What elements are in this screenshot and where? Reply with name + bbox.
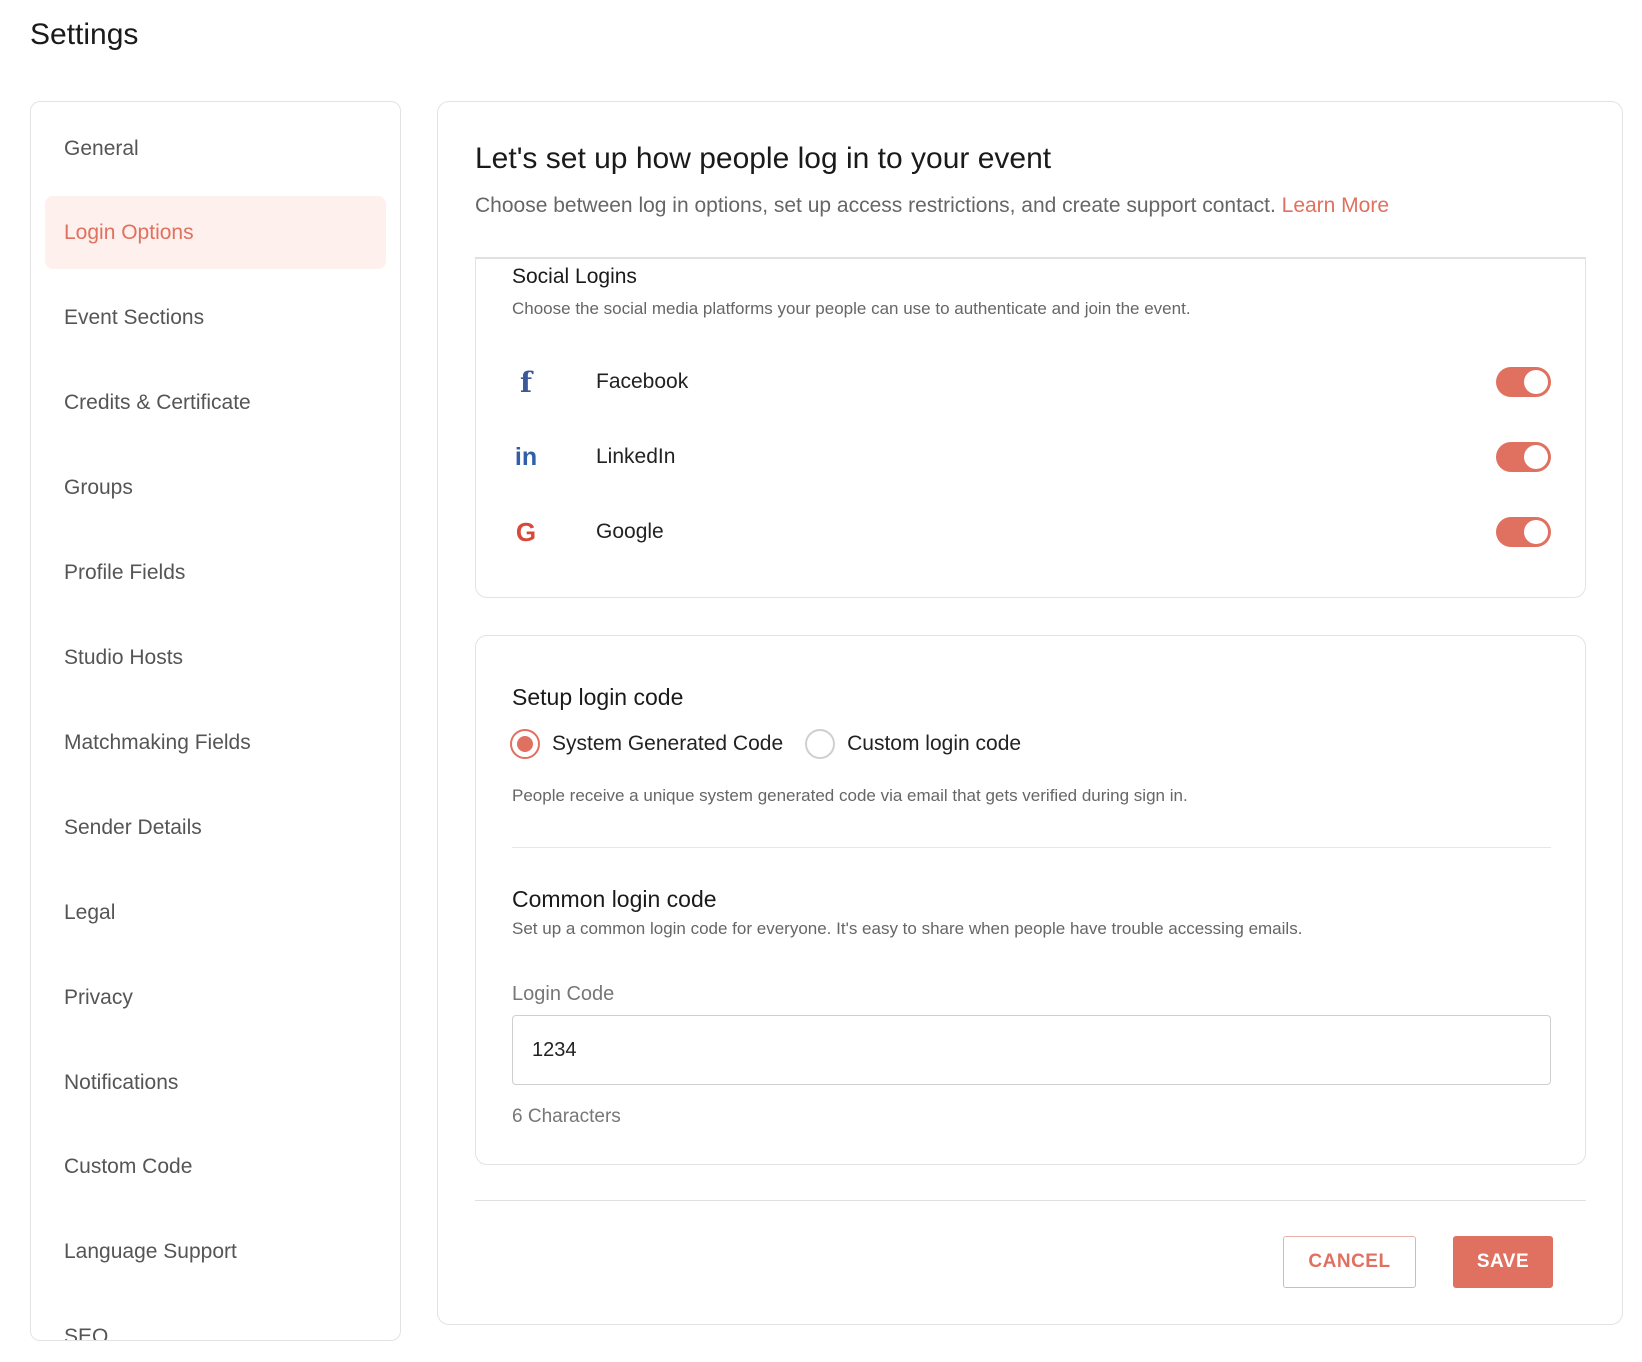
login-options-panel: Let's set up how people log in to your e… <box>437 101 1623 1325</box>
social-logins-card: Social Logins Choose the social media pl… <box>475 257 1586 598</box>
toggle-knob <box>1524 370 1548 394</box>
linkedin-toggle[interactable] <box>1496 442 1551 472</box>
save-button[interactable]: SAVE <box>1453 1236 1553 1288</box>
common-login-code-description: Set up a common login code for everyone.… <box>512 919 1303 938</box>
section-subheading: Choose between log in options, set up ac… <box>475 194 1389 218</box>
sidebar-item-credits-certificate[interactable]: Credits & Certificate <box>45 366 386 439</box>
sidebar-item-studio-hosts[interactable]: Studio Hosts <box>45 621 386 694</box>
radio-custom-login-code[interactable] <box>805 729 836 759</box>
sidebar-item-label: Sender Details <box>64 815 202 839</box>
radio-system-generated[interactable] <box>510 729 540 759</box>
sidebar-item-event-sections[interactable]: Event Sections <box>45 281 386 354</box>
common-login-code-title: Common login code <box>512 886 717 912</box>
sidebar-item-custom-code[interactable]: Custom Code <box>45 1130 386 1203</box>
sidebar-item-label: Event Sections <box>64 305 205 329</box>
google-icon: G <box>515 516 537 547</box>
footer-divider <box>475 1200 1586 1201</box>
settings-sidebar: General Login Options Event Sections Cre… <box>30 101 401 1341</box>
sidebar-item-label: Matchmaking Fields <box>64 730 251 754</box>
sidebar-item-label: Privacy <box>64 985 133 1009</box>
sidebar-item-label: Language Support <box>64 1239 237 1263</box>
sidebar-item-notifications[interactable]: Notifications <box>45 1046 386 1119</box>
social-logins-title: Social Logins <box>512 265 637 288</box>
sidebar-item-label: Credits & Certificate <box>64 390 251 414</box>
subheading-text: Choose between log in options, set up ac… <box>475 194 1276 217</box>
facebook-icon: f <box>519 365 533 399</box>
login-code-helper: 6 Characters <box>512 1106 621 1127</box>
sidebar-item-label: Notifications <box>64 1070 179 1094</box>
sidebar-item-label: Groups <box>64 475 133 499</box>
google-toggle[interactable] <box>1496 517 1551 547</box>
sidebar-item-profile-fields[interactable]: Profile Fields <box>45 536 386 609</box>
social-row-linkedin: in LinkedIn <box>512 437 1551 477</box>
setup-login-code-title: Setup login code <box>512 684 684 710</box>
sidebar-item-groups[interactable]: Groups <box>45 451 386 524</box>
sidebar-item-label: General <box>64 136 139 160</box>
sidebar-item-language-support[interactable]: Language Support <box>45 1215 386 1288</box>
sidebar-item-label: Studio Hosts <box>64 645 184 669</box>
sidebar-item-label: Legal <box>64 900 116 924</box>
radio-label-system-generated[interactable]: System Generated Code <box>552 732 783 756</box>
section-heading: Let's set up how people log in to your e… <box>475 142 1052 175</box>
login-code-card: Setup login code System Generated Code C… <box>475 635 1586 1165</box>
cancel-button[interactable]: CANCEL <box>1283 1236 1416 1288</box>
toggle-knob <box>1524 445 1548 469</box>
linkedin-icon: in <box>514 442 538 471</box>
sidebar-item-matchmaking-fields[interactable]: Matchmaking Fields <box>45 706 386 779</box>
sidebar-item-label: Login Options <box>64 220 194 244</box>
social-row-facebook: f Facebook <box>512 362 1551 402</box>
sidebar-item-sender-details[interactable]: Sender Details <box>45 791 386 864</box>
toggle-knob <box>1524 520 1548 544</box>
radio-dot <box>517 736 533 752</box>
learn-more-link[interactable]: Learn More <box>1282 194 1389 217</box>
social-label-linkedin: LinkedIn <box>596 445 676 468</box>
section-divider <box>512 847 1551 848</box>
sidebar-item-general[interactable]: General <box>45 112 386 185</box>
sidebar-item-seo[interactable]: SEO <box>45 1300 386 1341</box>
radio-label-custom-login-code[interactable]: Custom login code <box>847 732 1021 756</box>
social-logins-description: Choose the social media platforms your p… <box>512 299 1191 318</box>
social-row-google: G Google <box>512 512 1551 552</box>
social-label-google: Google <box>596 520 664 543</box>
sidebar-item-label: Custom Code <box>64 1154 193 1178</box>
login-code-input[interactable] <box>512 1015 1551 1085</box>
sidebar-item-legal[interactable]: Legal <box>45 876 386 949</box>
login-code-label: Login Code <box>512 983 615 1005</box>
login-code-description: People receive a unique system generated… <box>512 786 1188 805</box>
social-label-facebook: Facebook <box>596 370 689 393</box>
login-code-options: System Generated Code Custom login code <box>510 729 1043 759</box>
sidebar-item-label: SEO <box>64 1324 109 1341</box>
sidebar-item-label: Profile Fields <box>64 560 186 584</box>
page-title: Settings <box>30 18 139 51</box>
sidebar-item-login-options[interactable]: Login Options <box>45 196 386 269</box>
sidebar-item-privacy[interactable]: Privacy <box>45 961 386 1034</box>
facebook-toggle[interactable] <box>1496 367 1551 397</box>
